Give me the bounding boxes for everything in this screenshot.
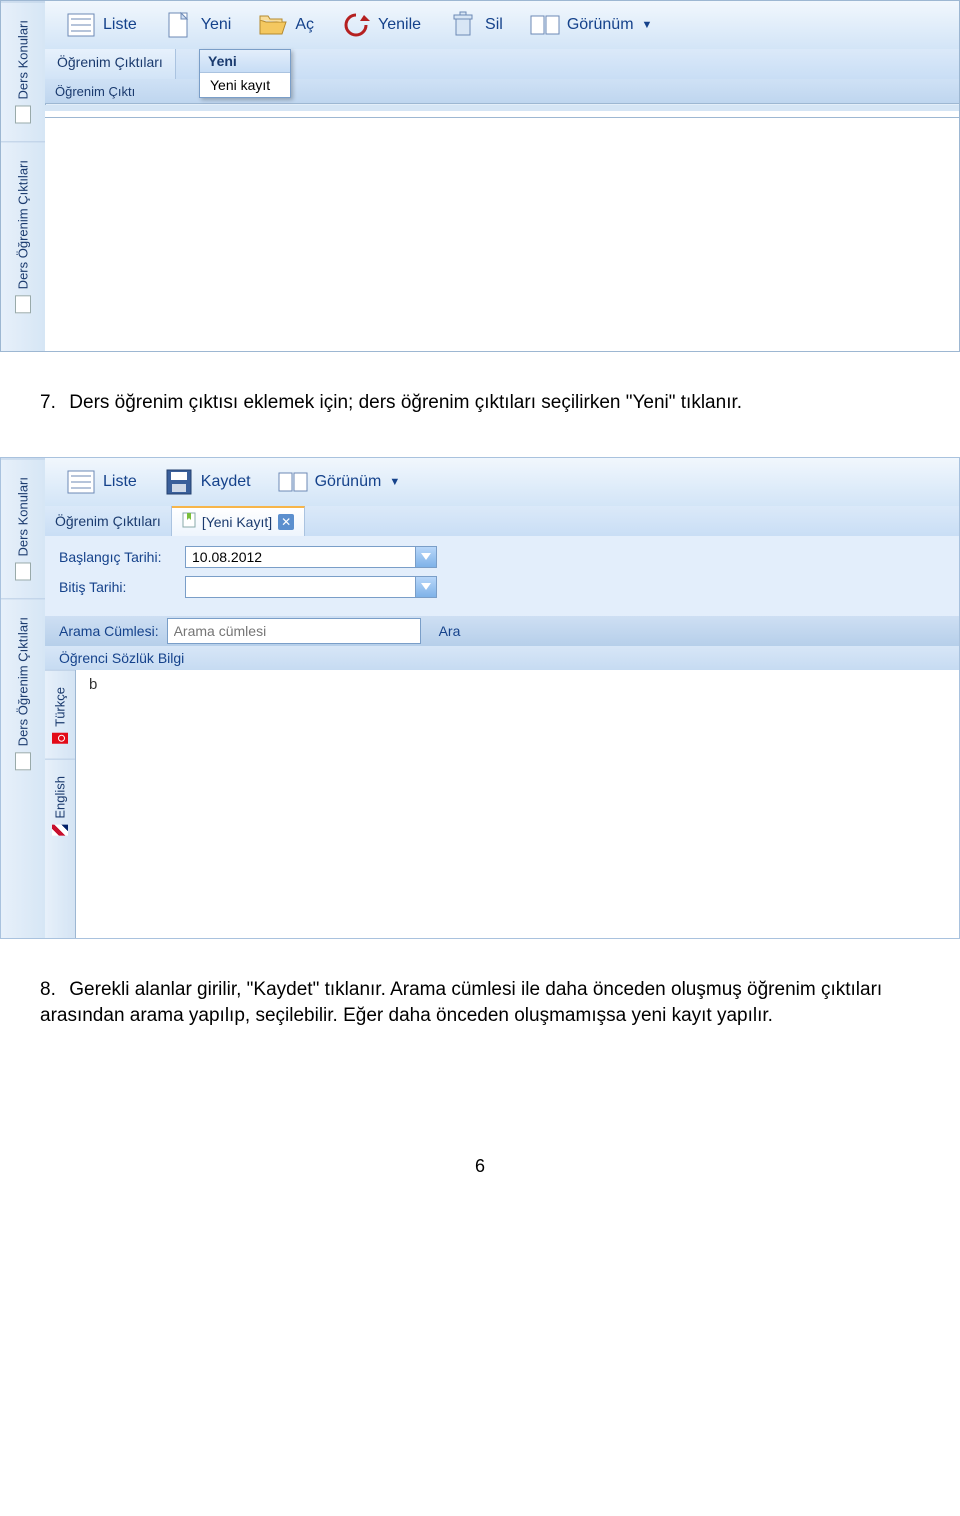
bitis-tarihi-label: Bitiş Tarihi: [59, 579, 177, 595]
save-icon [163, 468, 195, 496]
button-label: Aç [295, 16, 314, 34]
sidebar-tab-label: Ders Konuları [16, 20, 31, 99]
kaydet-button[interactable]: Kaydet [153, 464, 261, 500]
delete-icon [447, 11, 479, 39]
dropdown-item-yeni-kayit[interactable]: Yeni kayıt [200, 73, 290, 97]
flag-tr-icon [52, 732, 68, 743]
button-label: Liste [103, 16, 137, 34]
tab-ogrenim-ciktilari[interactable]: Öğrenim Çıktıları [45, 49, 176, 79]
document-icon [15, 105, 31, 123]
document-icon [15, 752, 31, 770]
toolbar: Liste Kaydet Görünüm ▼ [45, 458, 959, 507]
liste-button[interactable]: Liste [55, 7, 147, 43]
tab-label: [Yeni Kayıt] [202, 514, 272, 530]
dropdown-caret-icon: ▼ [642, 19, 653, 31]
bitis-tarihi-input[interactable] [185, 576, 437, 598]
button-label: Görünüm [567, 16, 634, 34]
toolbar: Liste Yeni Aç Yenile [45, 1, 959, 50]
button-label: Görünüm [315, 473, 382, 491]
view-icon [277, 468, 309, 496]
search-input[interactable] [167, 618, 421, 644]
gorunum-button[interactable]: Görünüm ▼ [519, 7, 663, 43]
tab-ogrenim-ciktilari[interactable]: Öğrenim Çıktıları [45, 506, 172, 536]
baslangic-tarihi-field[interactable] [185, 546, 437, 568]
lang-tab-label: Türkçe [53, 687, 68, 727]
bitis-tarihi-field[interactable] [185, 576, 437, 598]
ara-button[interactable]: Ara [429, 621, 471, 641]
button-label: Kaydet [201, 473, 251, 491]
tab-yeni-kayit[interactable]: [Yeni Kayıt] ✕ [172, 506, 305, 536]
sidebar-tab-ders-ogrenim-ciktilari[interactable]: Ders Öğrenim Çıktıları [1, 141, 45, 331]
language-tabs: Türkçe English [45, 670, 76, 938]
instruction-number: 8. [40, 977, 64, 1004]
chevron-down-icon[interactable] [415, 547, 436, 567]
document-icon [15, 296, 31, 314]
screenshot-2: Ders Konuları Ders Öğrenim Çıktıları Lis… [0, 457, 960, 939]
column-header-row: Öğrenim Çıktı [45, 79, 959, 104]
instruction-number: 7. [40, 390, 64, 417]
lang-tab-label: English [53, 776, 68, 819]
yenile-button[interactable]: Yenile [330, 7, 431, 43]
column-header-label: Öğrenim Çıktı [55, 84, 135, 99]
button-label: Yenile [378, 16, 421, 34]
tab-label: Öğrenim Çıktıları [55, 513, 161, 529]
sidebar-tab-ders-ogrenim-ciktilari[interactable]: Ders Öğrenim Çıktıları [1, 598, 45, 788]
chevron-down-icon[interactable] [415, 577, 436, 597]
lang-tab-turkce[interactable]: Türkçe [45, 670, 75, 760]
yeni-dropdown: Yeni Yeni kayıt [199, 49, 291, 98]
grid-header-row: Öğrenci Sözlük Bilgi [45, 646, 959, 671]
tab-label: Öğrenim Çıktıları [57, 54, 163, 70]
ac-button[interactable]: Aç [247, 7, 324, 43]
open-folder-icon [257, 11, 289, 39]
instruction-8: 8. Gerekli alanlar girilir, "Kaydet" tık… [0, 967, 960, 1046]
dropdown-header: Yeni [200, 50, 290, 73]
tab-strip: Öğrenim Çıktıları [Yeni Kayıt] ✕ [45, 506, 959, 537]
refresh-icon [340, 11, 372, 39]
bookmark-icon [182, 512, 196, 531]
sidebar-tab-label: Ders Konuları [16, 477, 31, 556]
search-bar: Arama Cümlesi: Ara [45, 616, 959, 647]
page-number: 6 [0, 1156, 960, 1177]
view-icon [529, 11, 561, 39]
sil-button[interactable]: Sil [437, 7, 513, 43]
close-icon[interactable]: ✕ [278, 514, 294, 530]
content-text: b [89, 676, 97, 693]
gorunum-button[interactable]: Görünüm ▼ [267, 464, 411, 500]
screenshot-1: Ders Konuları Ders Öğrenim Çıktıları Lis… [0, 0, 960, 352]
yeni-button[interactable]: Yeni [153, 7, 242, 43]
baslangic-tarihi-input[interactable] [185, 546, 437, 568]
instruction-text: Ders öğrenim çıktısı eklemek için; ders … [69, 392, 742, 413]
content-area: Türkçe English b [45, 670, 959, 938]
button-label: Liste [103, 473, 137, 491]
instruction-7: 7. Ders öğrenim çıktısı eklemek için; de… [0, 380, 960, 433]
new-document-icon [163, 11, 195, 39]
button-label: Yeni [201, 16, 232, 34]
sidebar-tab-label: Ders Öğrenim Çıktıları [16, 160, 31, 289]
sidebar-tab-ders-konulari[interactable]: Ders Konuları [1, 458, 45, 598]
button-label: Sil [485, 16, 503, 34]
grid-header-label: Öğrenci Sözlük Bilgi [59, 650, 184, 666]
lang-tab-english[interactable]: English [45, 759, 75, 852]
content-area [45, 105, 959, 351]
left-sidebar: Ders Konuları Ders Öğrenim Çıktıları [1, 1, 46, 351]
flag-en-icon [52, 825, 68, 836]
search-label: Arama Cümlesi: [59, 623, 159, 639]
divider [45, 117, 959, 118]
document-icon [15, 562, 31, 580]
baslangic-tarihi-label: Başlangıç Tarihi: [59, 549, 177, 565]
sidebar-tab-label: Ders Öğrenim Çıktıları [16, 617, 31, 746]
instruction-text: Gerekli alanlar girilir, "Kaydet" tıklan… [40, 979, 882, 1027]
liste-button[interactable]: Liste [55, 464, 147, 500]
list-icon [65, 468, 97, 496]
list-icon [65, 11, 97, 39]
dropdown-caret-icon: ▼ [389, 476, 400, 488]
sub-toolbar: Öğrenim Çıktıları [45, 49, 959, 80]
left-sidebar: Ders Konuları Ders Öğrenim Çıktıları [1, 458, 46, 938]
sidebar-tab-ders-konulari[interactable]: Ders Konuları [1, 1, 45, 141]
